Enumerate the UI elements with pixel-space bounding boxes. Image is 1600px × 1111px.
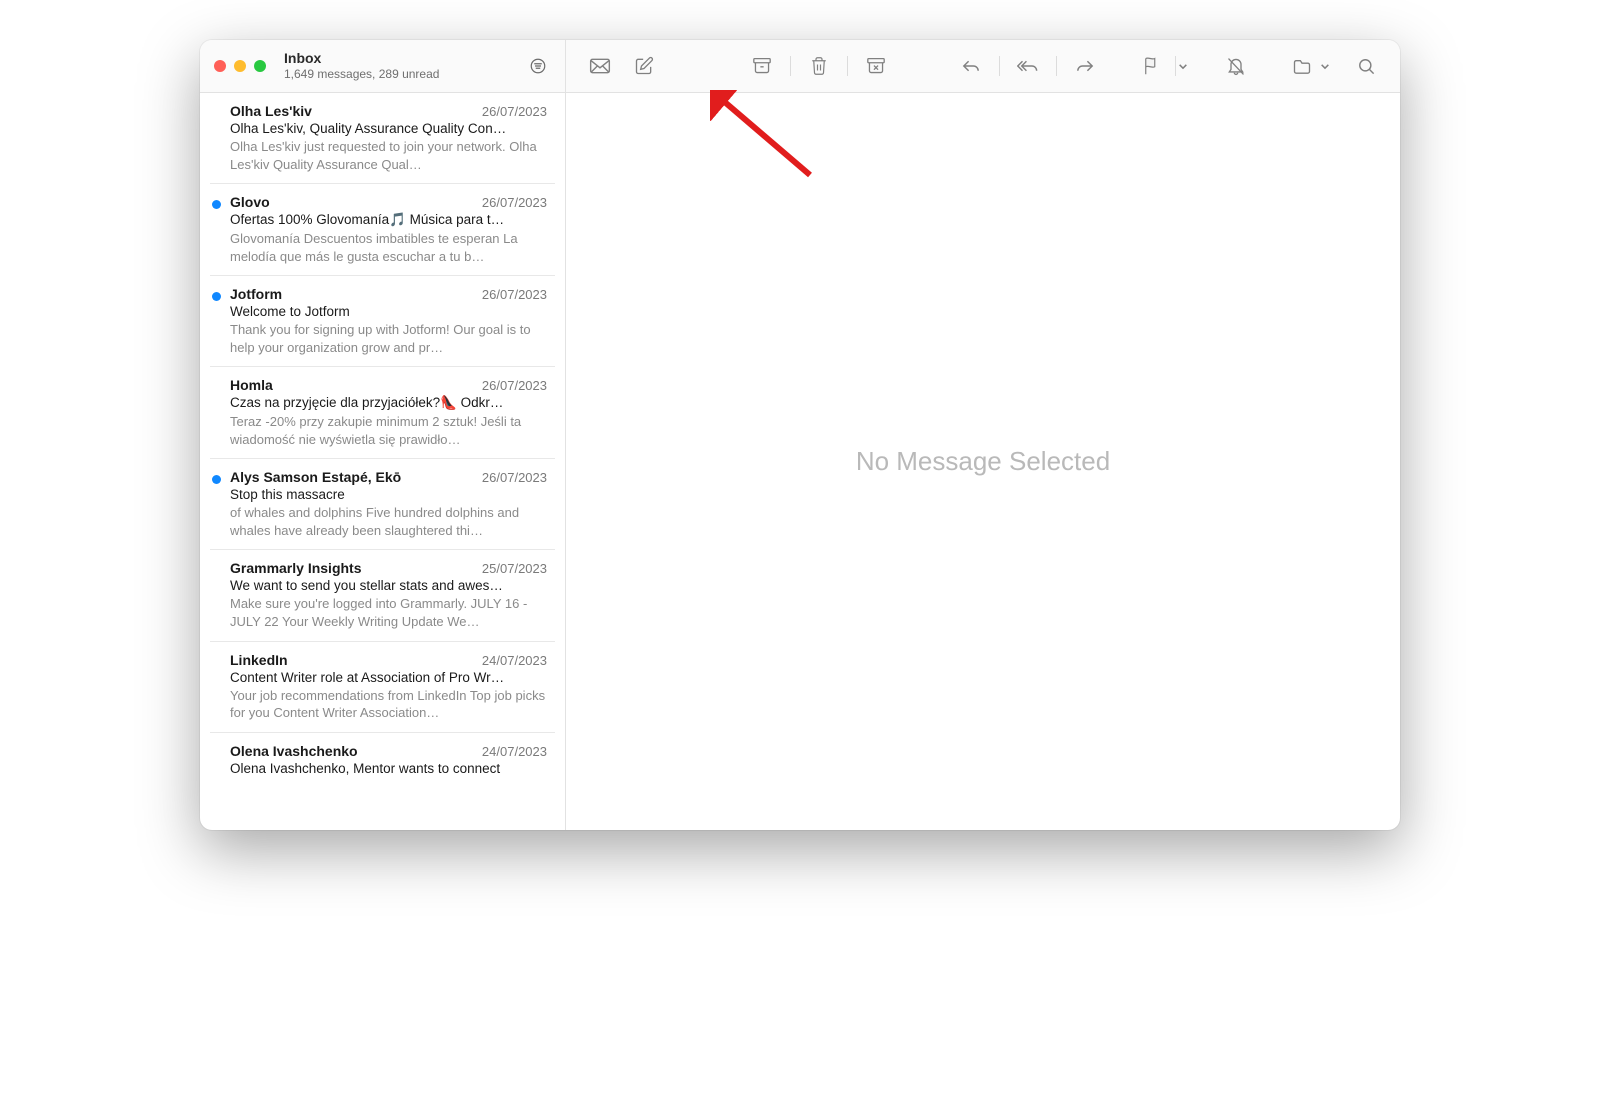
message-list-pane[interactable]: Olha Les'kiv 26/07/2023 Olha Les'kiv, Qual… xyxy=(200,93,566,830)
message-item[interactable]: Olena Ivashchenko 24/07/2023 Olena Ivashch… xyxy=(210,733,555,786)
separator xyxy=(847,56,848,76)
move-menu-button[interactable] xyxy=(1318,63,1332,70)
move-button[interactable] xyxy=(1282,51,1322,81)
get-mail-button[interactable] xyxy=(580,51,620,81)
message-item[interactable]: Grammarly Insights 25/07/2023 We want to s… xyxy=(210,550,555,641)
window-maximize-button[interactable] xyxy=(254,60,266,72)
message-subject: Welcome to Jotform xyxy=(230,304,547,319)
archive-button[interactable] xyxy=(742,51,782,81)
message-item[interactable]: Jotform 26/07/2023 Welcome to Jotform Thank… xyxy=(210,276,555,367)
message-date: 26/07/2023 xyxy=(482,378,547,393)
message-preview: Thank you for signing up with Jotform! O… xyxy=(230,321,547,356)
traffic-lights xyxy=(214,60,266,72)
message-sender: LinkedIn xyxy=(230,652,288,668)
titlebar-left: Inbox 1,649 messages, 289 unread xyxy=(200,40,566,92)
flag-menu-button[interactable] xyxy=(1176,63,1190,70)
toolbar xyxy=(566,40,1400,92)
mail-window: Inbox 1,649 messages, 289 unread xyxy=(200,40,1400,830)
mute-button[interactable] xyxy=(1216,51,1256,81)
junk-button[interactable] xyxy=(856,51,896,81)
mailbox-subtitle: 1,649 messages, 289 unread xyxy=(284,67,525,81)
message-date: 26/07/2023 xyxy=(482,104,547,119)
message-subject: Olena Ivashchenko, Mentor wants to conne… xyxy=(230,761,547,776)
message-date: 26/07/2023 xyxy=(482,470,547,485)
content: Olha Les'kiv 26/07/2023 Olha Les'kiv, Qual… xyxy=(200,93,1400,830)
compose-icon xyxy=(634,56,654,76)
message-date: 26/07/2023 xyxy=(482,287,547,302)
archive-icon xyxy=(752,57,772,75)
message-preview: Make sure you're logged into Grammarly. … xyxy=(230,595,547,630)
forward-button[interactable] xyxy=(1065,51,1105,81)
separator xyxy=(790,56,791,76)
flag-icon xyxy=(1142,56,1160,76)
get-mail-icon xyxy=(589,58,611,74)
message-sender: Alys Samson Estapé, Ekō xyxy=(230,469,401,485)
forward-icon xyxy=(1075,58,1095,74)
separator xyxy=(1056,56,1057,76)
message-item[interactable]: LinkedIn 24/07/2023 Content Writer role at… xyxy=(210,642,555,733)
message-date: 26/07/2023 xyxy=(482,195,547,210)
message-item[interactable]: Olha Les'kiv 26/07/2023 Olha Les'kiv, Qual… xyxy=(210,93,555,184)
message-preview: Glovomanía Descuentos imbatibles te espe… xyxy=(230,230,547,265)
delete-icon xyxy=(810,56,828,76)
message-subject: Ofertas 100% Glovomanía🎵 Música para t… xyxy=(230,212,547,228)
reply-icon xyxy=(961,58,981,74)
message-sender: Grammarly Insights xyxy=(230,560,362,576)
reply-all-button[interactable] xyxy=(1008,51,1048,81)
chevron-down-icon xyxy=(1320,63,1330,70)
message-preview: Your job recommendations from LinkedIn T… xyxy=(230,687,547,722)
message-sender: Glovo xyxy=(230,194,270,210)
message-item[interactable]: Glovo 26/07/2023 Ofertas 100% Glovomanía🎵 … xyxy=(210,184,555,276)
message-preview-pane: No Message Selected xyxy=(566,93,1400,830)
message-sender: Jotform xyxy=(230,286,282,302)
message-date: 24/07/2023 xyxy=(482,744,547,759)
message-subject: Czas na przyjęcie dla przyjaciółek?👠 Odk… xyxy=(230,395,547,411)
message-list: Olha Les'kiv 26/07/2023 Olha Les'kiv, Qual… xyxy=(200,93,565,786)
message-subject: Content Writer role at Association of Pr… xyxy=(230,670,547,685)
search-button[interactable] xyxy=(1346,51,1386,81)
compose-button[interactable] xyxy=(624,51,664,81)
message-item[interactable]: Alys Samson Estapé, Ekō 26/07/2023 Stop th… xyxy=(210,459,555,550)
message-preview: Teraz -20% przy zakupie minimum 2 sztuk!… xyxy=(230,413,547,448)
mute-icon xyxy=(1226,56,1246,77)
junk-icon xyxy=(866,57,886,75)
titlebar: Inbox 1,649 messages, 289 unread xyxy=(200,40,1400,93)
chevron-down-icon xyxy=(1178,63,1188,70)
move-icon xyxy=(1292,58,1312,75)
filter-button[interactable] xyxy=(525,53,551,79)
message-date: 25/07/2023 xyxy=(482,561,547,576)
message-subject: Stop this massacre xyxy=(230,487,547,502)
unread-indicator xyxy=(212,200,221,209)
message-sender: Homla xyxy=(230,377,273,393)
empty-state-text: No Message Selected xyxy=(856,446,1110,477)
message-sender: Olena Ivashchenko xyxy=(230,743,358,759)
separator xyxy=(999,56,1000,76)
message-item[interactable]: Homla 26/07/2023 Czas na przyjęcie dla prz… xyxy=(210,367,555,459)
delete-button[interactable] xyxy=(799,51,839,81)
message-preview: of whales and dolphins Five hundred dolp… xyxy=(230,504,547,539)
reply-all-icon xyxy=(1017,58,1039,74)
message-sender: Olha Les'kiv xyxy=(230,103,312,119)
reply-button[interactable] xyxy=(951,51,991,81)
message-subject: We want to send you stellar stats and aw… xyxy=(230,578,547,593)
mailbox-header: Inbox 1,649 messages, 289 unread xyxy=(284,50,525,81)
mailbox-title: Inbox xyxy=(284,50,525,67)
window-close-button[interactable] xyxy=(214,60,226,72)
message-subject: Olha Les'kiv, Quality Assurance Quality … xyxy=(230,121,547,136)
unread-indicator xyxy=(212,292,221,301)
message-preview: Olha Les'kiv just requested to join your… xyxy=(230,138,547,173)
message-date: 24/07/2023 xyxy=(482,653,547,668)
window-minimize-button[interactable] xyxy=(234,60,246,72)
unread-indicator xyxy=(212,475,221,484)
filter-icon xyxy=(529,57,547,75)
search-icon xyxy=(1357,57,1376,76)
flag-button[interactable] xyxy=(1131,51,1171,81)
